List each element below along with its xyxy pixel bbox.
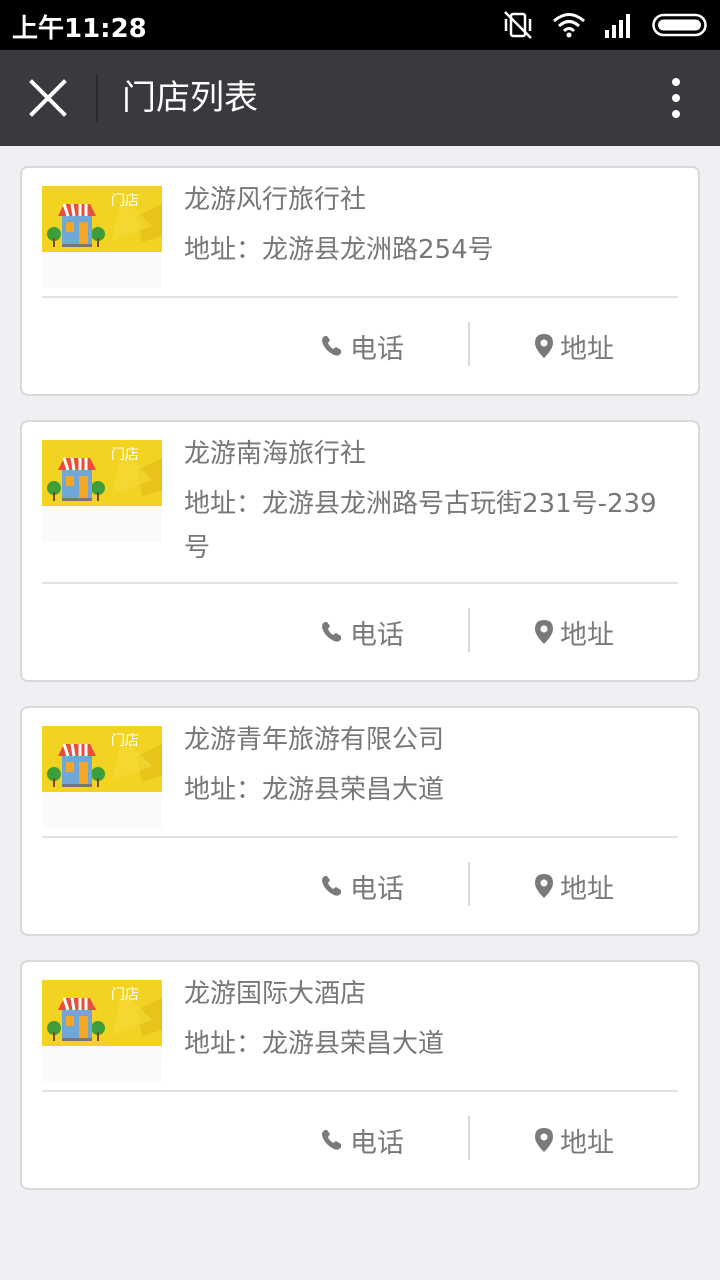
store-address: 地址：龙游县龙洲路号古玩街231号-239号 [184, 489, 657, 563]
status-icons [502, 10, 708, 40]
close-icon[interactable] [22, 72, 74, 124]
store-list: 门店 龙游风行旅行社 地址：龙游县龙洲路254号 电话 地址 门店 龙游南海旅行… [20, 166, 700, 1214]
store-address: 地址：龙游县荣昌大道 [184, 775, 445, 805]
svg-text:门店: 门店 [111, 193, 139, 209]
store-name: 龙游风行旅行社 [184, 185, 367, 215]
phone-label: 电话 [350, 333, 404, 365]
phone-icon [322, 876, 341, 896]
battery-icon [652, 13, 707, 37]
phone-button[interactable]: 电话 [320, 584, 404, 680]
phone-button[interactable]: 电话 [320, 838, 404, 934]
phone-label: 电话 [350, 873, 404, 905]
address-button[interactable]: 地址 [534, 838, 614, 934]
store-card-4[interactable]: 门店 龙游国际大酒店 地址：龙游县荣昌大道 电话 地址 [20, 960, 700, 1190]
phone-button[interactable]: 电话 [320, 298, 404, 394]
title-bar: 门店列表 [0, 50, 720, 146]
svg-text:门店: 门店 [111, 733, 139, 749]
address-label: 地址 [560, 619, 614, 651]
store-thumbnail: 门店 [42, 980, 162, 1082]
vibrate-off-icon [504, 11, 532, 39]
title-divider [96, 74, 98, 122]
action-separator [468, 1116, 470, 1160]
status-bar: 上午11:28 [0, 0, 720, 50]
phone-button[interactable]: 电话 [320, 1092, 404, 1188]
phone-icon [322, 336, 341, 356]
store-thumbnail: 门店 [42, 726, 162, 828]
svg-text:门店: 门店 [111, 987, 139, 1003]
page-title: 门店列表 [122, 78, 258, 118]
location-pin-icon [535, 874, 553, 898]
address-label: 地址 [560, 873, 614, 905]
card-actions: 电话 地址 [22, 298, 698, 394]
status-time: 上午11:28 [12, 14, 147, 44]
store-name: 龙游国际大酒店 [184, 979, 367, 1009]
address-label: 地址 [560, 333, 614, 365]
store-address: 地址：龙游县荣昌大道 [184, 1029, 445, 1059]
signal-icon [605, 14, 630, 38]
more-menu-icon[interactable] [662, 74, 690, 122]
phone-icon [322, 1130, 341, 1150]
location-pin-icon [535, 334, 553, 358]
store-thumbnail: 门店 [42, 440, 162, 542]
svg-text:门店: 门店 [111, 447, 139, 463]
store-name: 龙游青年旅游有限公司 [184, 725, 445, 755]
action-separator [468, 322, 470, 366]
address-label: 地址 [560, 1127, 614, 1159]
store-card-3[interactable]: 门店 龙游青年旅游有限公司 地址：龙游县荣昌大道 电话 地址 [20, 706, 700, 936]
store-address: 地址：龙游县龙洲路254号 [184, 235, 494, 265]
location-pin-icon [535, 620, 553, 644]
action-separator [468, 862, 470, 906]
address-button[interactable]: 地址 [534, 298, 614, 394]
store-card-1[interactable]: 门店 龙游风行旅行社 地址：龙游县龙洲路254号 电话 地址 [20, 166, 700, 396]
store-name: 龙游南海旅行社 [184, 439, 367, 469]
store-card-2[interactable]: 门店 龙游南海旅行社 地址：龙游县龙洲路号古玩街231号-239号 电话 地址 [20, 420, 700, 682]
card-actions: 电话 地址 [22, 584, 698, 680]
wifi-icon [553, 13, 585, 38]
location-pin-icon [535, 1128, 553, 1152]
phone-label: 电话 [350, 619, 404, 651]
card-actions: 电话 地址 [22, 1092, 698, 1188]
address-button[interactable]: 地址 [534, 584, 614, 680]
store-thumbnail: 门店 [42, 186, 162, 288]
phone-icon [322, 622, 341, 642]
address-button[interactable]: 地址 [534, 1092, 614, 1188]
action-separator [468, 608, 470, 652]
card-actions: 电话 地址 [22, 838, 698, 934]
phone-label: 电话 [350, 1127, 404, 1159]
